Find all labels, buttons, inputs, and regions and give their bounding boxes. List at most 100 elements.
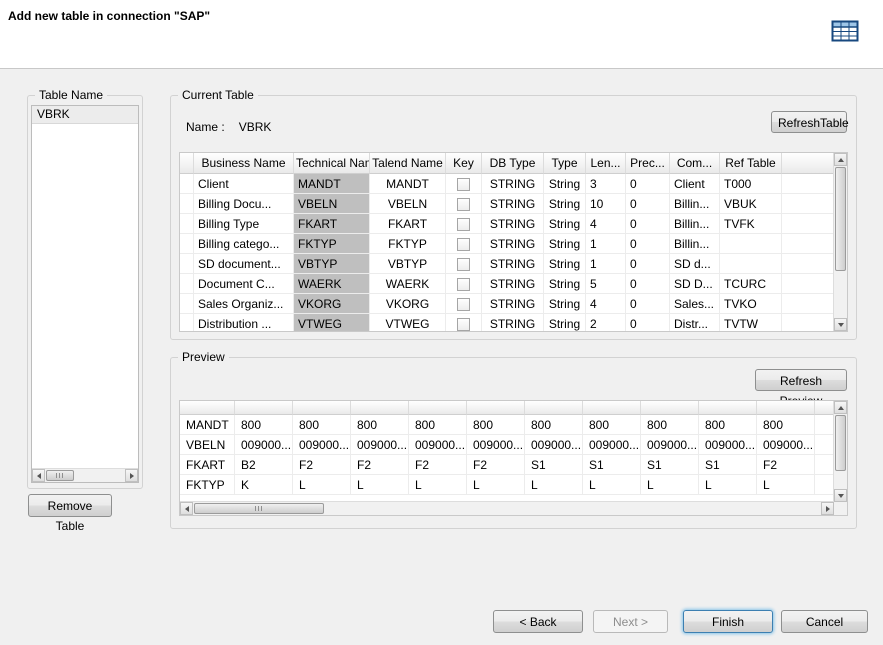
cell-db: STRING — [482, 214, 544, 234]
column-header-precision[interactable]: Prec... — [626, 153, 670, 174]
cell-prec: 0 — [626, 294, 670, 314]
key-checkbox[interactable] — [457, 178, 470, 191]
scroll-left-button[interactable] — [180, 502, 193, 515]
key-checkbox[interactable] — [457, 258, 470, 271]
column-header-ref-table[interactable]: Ref Table — [720, 153, 782, 174]
cell-com: Distr... — [670, 314, 720, 331]
preview-vscrollbar[interactable] — [833, 401, 847, 502]
preview-cell-filler — [815, 455, 834, 475]
cell-sel — [180, 174, 194, 194]
column-header-business-name[interactable]: Business Name — [194, 153, 294, 174]
column-header-key[interactable]: Key — [446, 153, 482, 174]
list-item[interactable]: VBRK — [32, 106, 138, 124]
preview-cell: L — [525, 475, 583, 495]
table-row[interactable]: Billing TypeFKARTFKARTSTRINGString40Bill… — [180, 214, 834, 234]
key-checkbox[interactable] — [457, 218, 470, 231]
cell-tech: VBTYP — [294, 254, 370, 274]
cancel-button[interactable]: Cancel — [781, 610, 868, 633]
key-checkbox[interactable] — [457, 198, 470, 211]
column-header-technical-name[interactable]: Technical Name — [294, 153, 370, 174]
scroll-up-button[interactable] — [834, 153, 847, 166]
cell-sel — [180, 254, 194, 274]
scroll-down-button[interactable] — [834, 489, 847, 502]
preview-cell: L — [757, 475, 815, 495]
cell-tal: MANDT — [370, 174, 446, 194]
hscrollbar-thumb[interactable] — [194, 503, 324, 514]
preview-column-header[interactable] — [351, 401, 409, 415]
preview-column-header[interactable] — [641, 401, 699, 415]
scrollbar-corner — [834, 502, 847, 515]
column-header-db-type[interactable]: DB Type — [482, 153, 544, 174]
preview-column-header[interactable] — [293, 401, 351, 415]
cell-tal: FKART — [370, 214, 446, 234]
preview-column-header[interactable] — [180, 401, 235, 415]
table-name-list-hscrollbar[interactable] — [32, 468, 138, 482]
preview-cell: 009000... — [235, 435, 293, 455]
cell-prec: 0 — [626, 314, 670, 331]
preview-column-header[interactable] — [409, 401, 467, 415]
cell-len: 1 — [586, 254, 626, 274]
preview-row: MANDT800800800800800800800800800800 — [180, 415, 834, 435]
current-table-grid: Business Name Technical Name Talend Name… — [179, 152, 848, 332]
column-header-type[interactable]: Type — [544, 153, 586, 174]
cell-tech: VBELN — [294, 194, 370, 214]
preview-cell: L — [641, 475, 699, 495]
table-row[interactable]: Document C...WAERKWAERKSTRINGString50SD … — [180, 274, 834, 294]
cell-fill — [782, 194, 834, 214]
preview-column-header[interactable] — [815, 401, 834, 415]
preview-field: FKTYP — [180, 475, 235, 495]
table-row[interactable]: Sales Organiz...VKORGVKORGSTRINGString40… — [180, 294, 834, 314]
scroll-right-icon — [130, 473, 137, 479]
key-checkbox[interactable] — [457, 238, 470, 251]
cell-sel — [180, 294, 194, 314]
scroll-left-button[interactable] — [32, 469, 45, 482]
cell-com: Sales... — [670, 294, 720, 314]
table-row[interactable]: Billing catego...FKTYPFKTYPSTRINGString1… — [180, 234, 834, 254]
scroll-up-button[interactable] — [834, 401, 847, 414]
cell-tal: WAERK — [370, 274, 446, 294]
preview-cell: 800 — [293, 415, 351, 435]
row-selector-header[interactable] — [180, 153, 194, 174]
current-table-vscrollbar[interactable] — [833, 153, 847, 331]
scroll-down-button[interactable] — [834, 318, 847, 331]
preview-column-header[interactable] — [699, 401, 757, 415]
column-header-comment[interactable]: Com... — [670, 153, 720, 174]
preview-column-header[interactable] — [467, 401, 525, 415]
table-name-list[interactable]: VBRK — [31, 105, 139, 483]
table-name-list-items: VBRK — [32, 106, 138, 469]
column-header-length[interactable]: Len... — [586, 153, 626, 174]
vscrollbar-thumb[interactable] — [835, 415, 846, 471]
key-checkbox[interactable] — [457, 278, 470, 291]
key-checkbox[interactable] — [457, 298, 470, 311]
refresh-table-button[interactable]: RefreshTable — [771, 111, 847, 133]
hscrollbar-thumb[interactable] — [46, 470, 74, 481]
preview-hscrollbar[interactable] — [180, 501, 834, 515]
cell-fill — [782, 314, 834, 331]
finish-button[interactable]: Finish — [683, 610, 773, 633]
key-checkbox[interactable] — [457, 318, 470, 331]
refresh-preview-button[interactable]: Refresh Preview — [755, 369, 847, 391]
column-header-talend-name[interactable]: Talend Name — [370, 153, 446, 174]
cell-prec: 0 — [626, 194, 670, 214]
preview-panel: Preview Refresh Preview MANDT80080080080… — [170, 357, 857, 529]
preview-column-header[interactable] — [757, 401, 815, 415]
preview-cell: L — [351, 475, 409, 495]
vscrollbar-thumb[interactable] — [835, 167, 846, 271]
preview-cell: 009000... — [757, 435, 815, 455]
next-button[interactable]: Next > — [593, 610, 668, 633]
table-row[interactable]: Billing Docu...VBELNVBELNSTRINGString100… — [180, 194, 834, 214]
preview-column-header[interactable] — [235, 401, 293, 415]
preview-column-header[interactable] — [583, 401, 641, 415]
table-row[interactable]: Distribution ...VTWEGVTWEGSTRINGString20… — [180, 314, 834, 331]
scroll-right-button[interactable] — [821, 502, 834, 515]
remove-table-button[interactable]: Remove Table — [28, 494, 112, 517]
cell-prec: 0 — [626, 214, 670, 234]
table-row[interactable]: SD document...VBTYPVBTYPSTRINGString10SD… — [180, 254, 834, 274]
preview-cell-filler — [815, 475, 834, 495]
preview-column-header[interactable] — [525, 401, 583, 415]
back-button[interactable]: < Back — [493, 610, 583, 633]
scroll-right-button[interactable] — [125, 469, 138, 482]
table-row[interactable]: ClientMANDTMANDTSTRINGString30ClientT000 — [180, 174, 834, 194]
cell-ref: TVKO — [720, 294, 782, 314]
preview-cell: 009000... — [699, 435, 757, 455]
